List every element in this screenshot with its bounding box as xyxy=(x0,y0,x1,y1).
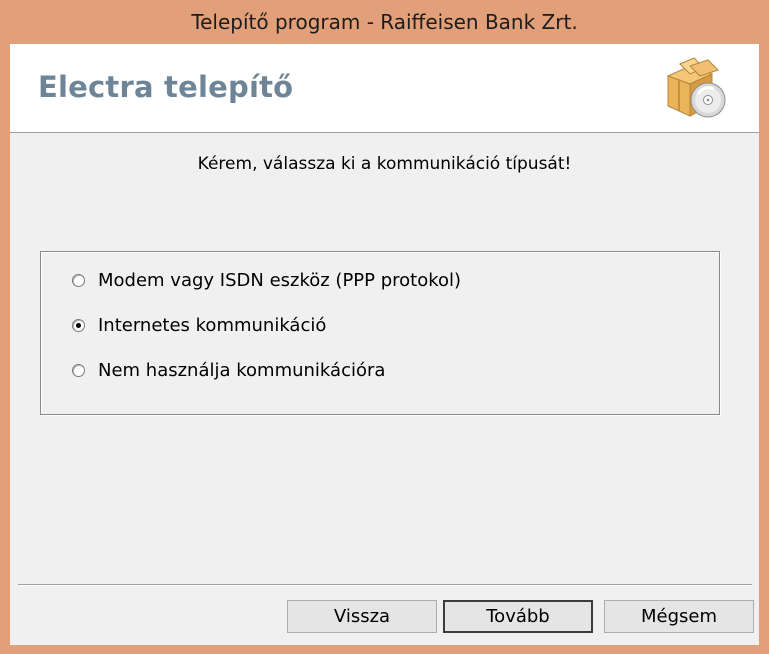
cancel-button[interactable]: Mégsem xyxy=(604,600,754,633)
option-no-communication[interactable]: Nem használja kommunikációra xyxy=(72,360,385,381)
option-internet-label: Internetes kommunikáció xyxy=(98,315,327,336)
installer-window: Telepítő program - Raiffeisen Bank Zrt. … xyxy=(0,0,769,654)
back-button[interactable]: Vissza xyxy=(287,600,437,633)
radio-button-modem-isdn[interactable] xyxy=(72,274,85,287)
wizard-title: Electra telepítő xyxy=(38,70,294,104)
option-no-communication-label: Nem használja kommunikációra xyxy=(98,360,386,381)
wizard-header: Electra telepítő xyxy=(10,44,759,133)
footer-separator xyxy=(18,584,752,586)
communication-type-group: Modem vagy ISDN eszköz (PPP protokol) In… xyxy=(40,251,720,415)
dialog-client-area: Electra telepítő Kérem, válassza ki a ko… xyxy=(10,44,759,645)
option-modem-isdn[interactable]: Modem vagy ISDN eszköz (PPP protokol) xyxy=(72,270,461,291)
radio-button-internet[interactable] xyxy=(72,319,85,332)
radio-button-no-communication[interactable] xyxy=(72,364,85,377)
window-title: Telepítő program - Raiffeisen Bank Zrt. xyxy=(191,10,578,34)
package-cd-icon xyxy=(666,57,726,118)
option-modem-isdn-label: Modem vagy ISDN eszköz (PPP protokol) xyxy=(98,270,462,291)
instruction-text: Kérem, válassza ki a kommunikáció típusá… xyxy=(197,154,572,174)
next-button[interactable]: Tovább xyxy=(443,600,593,633)
option-internet[interactable]: Internetes kommunikáció xyxy=(72,315,326,336)
